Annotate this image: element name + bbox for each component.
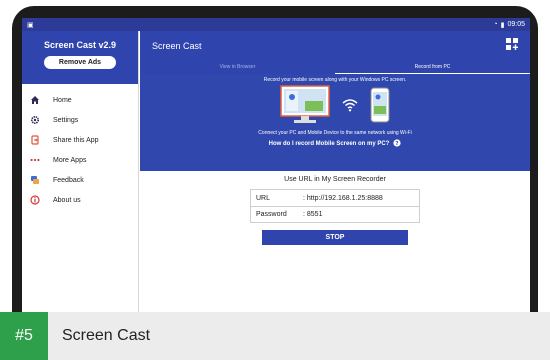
- row-key: Password: [256, 211, 287, 218]
- battery-icon: ▮: [500, 21, 505, 29]
- info-icon: [29, 194, 41, 206]
- footer-app-name: Screen Cast: [62, 327, 151, 344]
- stop-button[interactable]: STOP: [262, 230, 408, 245]
- table-row: URL : http://192.168.1.25:8888: [251, 190, 419, 206]
- main-panel: Screen Cast View in Browser Record from …: [140, 31, 530, 318]
- drawer-item-label: About us: [53, 196, 81, 204]
- drawer-item-label: Home: [53, 96, 72, 104]
- mobile-phone-icon: [370, 87, 390, 128]
- drawer-item-share[interactable]: Share this App: [22, 130, 138, 150]
- gear-icon: [29, 114, 41, 126]
- feedback-icon: [29, 174, 41, 186]
- banner-description: Record your mobile screen along with you…: [263, 77, 407, 83]
- row-value: : 8551: [303, 211, 323, 218]
- wifi-signal-icon: [342, 98, 358, 117]
- pc-phone-illustration: [280, 84, 390, 130]
- status-time: 09:05: [507, 21, 525, 28]
- row-value: : http://192.168.1.25:8888: [303, 194, 383, 202]
- rank-badge: #5: [0, 312, 48, 360]
- share-icon: [29, 134, 41, 146]
- drawer-item-more-apps[interactable]: More Apps: [22, 150, 138, 170]
- app-bar: Screen Cast: [140, 31, 530, 60]
- drawer-item-label: Feedback: [53, 176, 84, 184]
- recorder-info: Use URL in My Screen Recorder URL : http…: [140, 171, 530, 245]
- connection-table: URL : http://192.168.1.25:8888 Password …: [250, 189, 420, 223]
- banner-network-note: Connect your PC and Mobile Device to the…: [258, 130, 412, 136]
- drawer-item-label: More Apps: [53, 156, 87, 164]
- help-circle-icon: ?: [393, 139, 401, 149]
- recorder-info-title: Use URL in My Screen Recorder: [284, 176, 386, 183]
- help-link[interactable]: How do I record Mobile Screen on my PC? …: [269, 139, 402, 149]
- drawer-title: Screen Cast v2.9: [43, 40, 117, 50]
- help-question-text: How do I record Mobile Screen on my PC?: [268, 141, 390, 147]
- more-dots-icon: [29, 154, 41, 166]
- info-banner: Record your mobile screen along with you…: [140, 74, 530, 171]
- notification-icon: ▣: [27, 21, 34, 29]
- home-icon: [29, 94, 41, 106]
- tab-bar: View in Browser Record from PC: [140, 60, 530, 74]
- drawer-item-settings[interactable]: Settings: [22, 110, 138, 130]
- app-bar-title: Screen Cast: [152, 40, 202, 51]
- drawer-item-label: Share this App: [53, 136, 99, 144]
- svg-text:?: ?: [396, 141, 399, 147]
- drawer-item-label: Settings: [53, 116, 79, 124]
- ranking-footer: #5 Screen Cast: [0, 312, 550, 360]
- row-key: URL: [256, 194, 271, 202]
- drawer-menu: Home Settings Share this App More Apps F…: [22, 84, 138, 210]
- table-row: Password : 8551: [251, 206, 419, 222]
- pc-monitor-icon: [280, 84, 330, 130]
- navigation-drawer: Screen Cast v2.9 Remove Ads Home Setting…: [22, 31, 139, 318]
- grid-add-icon[interactable]: [506, 37, 518, 55]
- tablet-screen: ▣ ◔ ▮ 09:05 Screen Cast v2.9 Remove Ads …: [22, 18, 530, 318]
- drawer-item-feedback[interactable]: Feedback: [22, 170, 138, 190]
- drawer-header: Screen Cast v2.9 Remove Ads: [22, 31, 138, 84]
- wifi-status-icon: ◔: [493, 21, 498, 28]
- remove-ads-button[interactable]: Remove Ads: [44, 56, 116, 69]
- tab-view-in-browser[interactable]: View in Browser: [140, 60, 335, 74]
- tab-record-from-pc[interactable]: Record from PC: [335, 60, 530, 74]
- drawer-item-home[interactable]: Home: [22, 90, 138, 110]
- drawer-item-about[interactable]: About us: [22, 190, 138, 210]
- status-bar: ▣ ◔ ▮ 09:05: [22, 18, 530, 31]
- device-frame: ▣ ◔ ▮ 09:05 Screen Cast v2.9 Remove Ads …: [0, 0, 550, 360]
